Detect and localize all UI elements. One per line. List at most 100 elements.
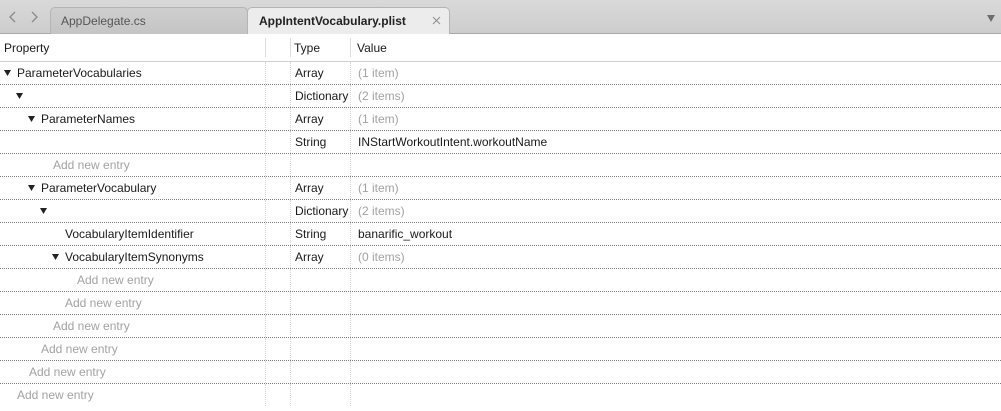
plist-row[interactable]: String INStartWorkoutIntent.workoutName xyxy=(0,131,1001,154)
forward-button[interactable] xyxy=(24,7,44,27)
property-type[interactable]: Dictionary xyxy=(295,200,350,222)
property-type[interactable]: String xyxy=(295,223,350,245)
close-icon xyxy=(432,16,440,24)
disclosure-triangle-icon[interactable] xyxy=(28,116,35,122)
add-entry-row[interactable]: Add new entry xyxy=(0,315,1001,338)
property-value[interactable]: (0 items) xyxy=(358,246,958,268)
tab-bar: AppDelegate.cs AppIntentVocabulary.plist xyxy=(0,0,1001,35)
column-header: Property Type Value xyxy=(0,34,1001,62)
property-value[interactable] xyxy=(358,315,958,337)
property-key[interactable] xyxy=(53,200,318,222)
plist-rows: ParameterVocabularies Array (1 item) Dictio… xyxy=(0,62,1001,407)
column-divider xyxy=(350,246,352,268)
tab-appdelegate[interactable]: AppDelegate.cs xyxy=(50,7,248,34)
property-value[interactable]: (1 item) xyxy=(358,62,958,84)
property-value[interactable] xyxy=(358,269,958,291)
column-divider xyxy=(350,384,352,406)
plist-row[interactable]: Dictionary (2 items) xyxy=(0,200,1001,223)
disclosure-triangle-icon[interactable] xyxy=(52,254,59,260)
column-divider xyxy=(350,62,352,84)
plist-row[interactable]: VocabularyItemIdentifier String banarific_… xyxy=(0,223,1001,246)
property-value[interactable]: banarific_workout xyxy=(358,223,958,245)
property-value[interactable] xyxy=(358,338,958,360)
add-new-entry[interactable]: Add new entry xyxy=(41,338,306,360)
column-divider xyxy=(350,177,352,199)
property-type[interactable] xyxy=(295,154,350,176)
property-value[interactable]: INStartWorkoutIntent.workoutName xyxy=(358,131,958,153)
property-value[interactable]: (2 items) xyxy=(358,200,958,222)
plist-row[interactable]: VocabularyItemSynonyms Array (0 items) xyxy=(0,246,1001,269)
tab-appintentvocabulary[interactable]: AppIntentVocabulary.plist xyxy=(247,7,450,35)
column-separator[interactable] xyxy=(290,38,291,57)
property-value[interactable]: (1 item) xyxy=(358,108,958,130)
disclosure-triangle-icon[interactable] xyxy=(40,208,47,214)
column-divider xyxy=(350,200,352,222)
back-button[interactable] xyxy=(3,7,23,27)
plist-row[interactable]: ParameterNames Array (1 item) xyxy=(0,108,1001,131)
chevron-right-icon xyxy=(31,11,38,23)
plist-row[interactable]: ParameterVocabularies Array (1 item) xyxy=(0,62,1001,85)
property-key[interactable]: VocabularyItemIdentifier xyxy=(65,223,330,245)
property-value[interactable] xyxy=(358,384,958,406)
add-entry-row[interactable]: Add new entry xyxy=(0,361,1001,384)
column-separator[interactable] xyxy=(350,38,351,57)
close-tab-button[interactable] xyxy=(431,15,441,25)
property-type[interactable]: Array xyxy=(295,177,350,199)
tab-overflow-button[interactable] xyxy=(986,13,996,23)
add-entry-row[interactable]: Add new entry xyxy=(0,384,1001,407)
property-value[interactable]: (1 item) xyxy=(358,177,958,199)
property-type[interactable] xyxy=(295,315,350,337)
plist-row[interactable]: Dictionary (2 items) xyxy=(0,85,1001,108)
property-type[interactable]: Dictionary xyxy=(295,85,350,107)
property-value[interactable]: (2 items) xyxy=(358,85,958,107)
column-divider xyxy=(350,269,352,291)
column-property[interactable]: Property xyxy=(4,34,49,61)
disclosure-triangle-icon[interactable] xyxy=(28,185,35,191)
column-value[interactable]: Value xyxy=(357,34,387,61)
add-entry-row[interactable]: Add new entry xyxy=(0,292,1001,315)
tab-label: AppDelegate.cs xyxy=(61,14,146,28)
property-type[interactable]: String xyxy=(295,131,350,153)
property-key[interactable]: ParameterNames xyxy=(41,108,306,130)
add-entry-row[interactable]: Add new entry xyxy=(0,269,1001,292)
plist-row[interactable]: ParameterVocabulary Array (1 item) xyxy=(0,177,1001,200)
column-separator xyxy=(265,38,266,57)
property-type[interactable] xyxy=(295,338,350,360)
property-key[interactable]: ParameterVocabularies xyxy=(17,62,282,84)
add-new-entry[interactable]: Add new entry xyxy=(53,154,318,176)
add-entry-row[interactable]: Add new entry xyxy=(0,338,1001,361)
property-key[interactable]: ParameterVocabulary xyxy=(41,177,306,199)
property-type[interactable] xyxy=(295,292,350,314)
column-divider xyxy=(290,62,292,84)
property-type[interactable]: Array xyxy=(295,62,350,84)
disclosure-triangle-icon[interactable] xyxy=(16,93,23,99)
add-entry-row[interactable]: Add new entry xyxy=(0,154,1001,177)
column-type[interactable]: Type xyxy=(294,34,320,61)
property-key[interactable] xyxy=(29,85,294,107)
add-new-entry[interactable]: Add new entry xyxy=(53,315,318,337)
property-value[interactable] xyxy=(358,154,958,176)
add-new-entry[interactable]: Add new entry xyxy=(29,361,294,383)
add-new-entry[interactable]: Add new entry xyxy=(17,384,282,406)
column-divider xyxy=(350,338,352,360)
chevron-left-icon xyxy=(9,11,16,23)
tab-label: AppIntentVocabulary.plist xyxy=(259,14,406,28)
column-divider xyxy=(350,315,352,337)
column-divider xyxy=(350,223,352,245)
property-key[interactable]: VocabularyItemSynonyms xyxy=(65,246,330,268)
property-type[interactable] xyxy=(295,384,350,406)
property-type[interactable]: Array xyxy=(295,246,350,268)
column-divider xyxy=(350,292,352,314)
property-type[interactable] xyxy=(295,269,350,291)
property-key[interactable] xyxy=(53,131,318,153)
disclosure-triangle-icon[interactable] xyxy=(4,70,11,76)
property-value[interactable] xyxy=(358,292,958,314)
column-divider xyxy=(290,384,292,406)
property-value[interactable] xyxy=(358,361,958,383)
column-divider xyxy=(350,85,352,107)
property-type[interactable] xyxy=(295,361,350,383)
column-divider xyxy=(350,361,352,383)
chevron-down-icon xyxy=(987,14,995,22)
add-new-entry[interactable]: Add new entry xyxy=(65,292,330,314)
property-type[interactable]: Array xyxy=(295,108,350,130)
